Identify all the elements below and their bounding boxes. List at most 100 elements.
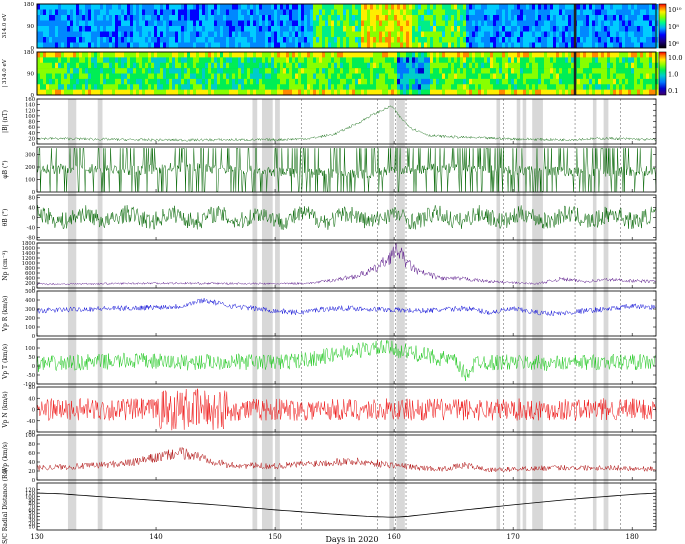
heatmap-cell [292,37,296,43]
heatmap-cell [526,26,530,32]
heatmap-cell [385,73,389,80]
heatmap-cell [445,26,449,32]
heatmap-cell [265,89,269,96]
heatmap-cell [214,52,218,58]
heatmap-cell [487,37,491,43]
heatmap-cell [349,78,353,85]
heatmap-cell [40,15,44,21]
heatmap-cell [550,52,554,58]
heatmap-cell [490,52,494,58]
heatmap-cell [130,73,134,80]
heatmap-cell [577,68,581,74]
heatmap-cell [376,26,380,32]
heatmap-cell [451,4,455,10]
heatmap-cell [496,31,500,38]
heatmap-cell [289,62,293,69]
heatmap-cell [208,89,212,96]
heatmap-cell [103,37,107,43]
heatmap-cell [349,4,353,10]
heatmap-cell [514,52,518,58]
heatmap-cell [142,4,146,10]
heatmap-cell [343,52,347,58]
heatmap-cell [421,89,425,96]
heatmap-cell [406,84,410,90]
heatmap-cell [178,4,182,10]
heatmap-cell [412,57,416,64]
heatmap-cell [634,31,638,38]
heatmap-cell [526,15,530,21]
heatmap-cell [136,62,140,69]
heatmap-cell [226,78,230,85]
heatmap-cell [475,73,479,80]
heatmap-cell [130,42,134,49]
heatmap-cell [187,68,191,74]
panel-frame [36,98,657,145]
heatmap-cell [271,31,275,38]
heatmap-cell [448,15,452,21]
heatmap-cell [406,73,410,80]
heatmap-cell [73,15,77,21]
heatmap-cell [313,62,317,69]
heatmap-cell [214,68,218,74]
heatmap-cell [106,89,110,96]
heatmap-cell [40,42,44,49]
heatmap-cell [79,9,83,16]
heatmap-cell [544,37,548,43]
heatmap-cell [259,52,263,58]
heatmap-cell [97,20,101,27]
heatmap-cell [73,9,77,16]
heatmap-cell [274,4,278,10]
heatmap-cell [277,57,281,64]
heatmap-cell [652,42,656,49]
heatmap-cell [505,31,509,38]
heatmap-cell [556,42,560,49]
heatmap-cell [301,84,305,90]
heatmap-cell [214,37,218,43]
heatmap-cell [595,26,599,32]
heatmap-cell [400,62,404,69]
heatmap-cell [385,68,389,74]
heatmap-cell [379,15,383,21]
heatmap-cell [229,78,233,85]
heatmap-cell [562,84,566,90]
heatmap-cell [121,42,125,49]
y-tick-label: 0 [32,216,35,222]
heatmap-cell [184,68,188,74]
heatmap-cell [346,4,350,10]
heatmap-cell [646,20,650,27]
heatmap-cell [532,62,536,69]
heatmap-cell [415,78,419,85]
heatmap-cell [478,4,482,10]
heatmap-cell [514,42,518,49]
heatmap-cell [511,37,515,43]
heatmap-cell [505,84,509,90]
heatmap-cell [199,37,203,43]
heatmap-cell [379,84,383,90]
heatmap-cell [292,4,296,10]
heatmap-cell [490,15,494,21]
heatmap-cell [598,4,602,10]
heatmap-cell [64,42,68,49]
heatmap-cell [613,15,617,21]
heatmap-cell [310,9,314,16]
heatmap-cell [631,78,635,85]
heatmap-cell [445,78,449,85]
heatmap-cell [307,73,311,80]
heatmap-cell [79,73,83,80]
heatmap-cell [94,73,98,80]
heatmap-cell [610,62,614,69]
heatmap-cell [409,20,413,27]
heatmap-cell [523,73,527,80]
heatmap-cell [133,31,137,38]
heatmap-cell [268,68,272,74]
heatmap-cell [118,42,122,49]
heatmap-cell [604,37,608,43]
heatmap-cell [64,9,68,16]
heatmap-cell [586,89,590,96]
heatmap-cell [394,26,398,32]
y-axis-label: Vp N (km/s) [2,391,9,428]
heatmap-cell [88,31,92,38]
heatmap-cell [250,62,254,69]
heatmap-cell [283,20,287,27]
heatmap-cell [208,20,212,27]
